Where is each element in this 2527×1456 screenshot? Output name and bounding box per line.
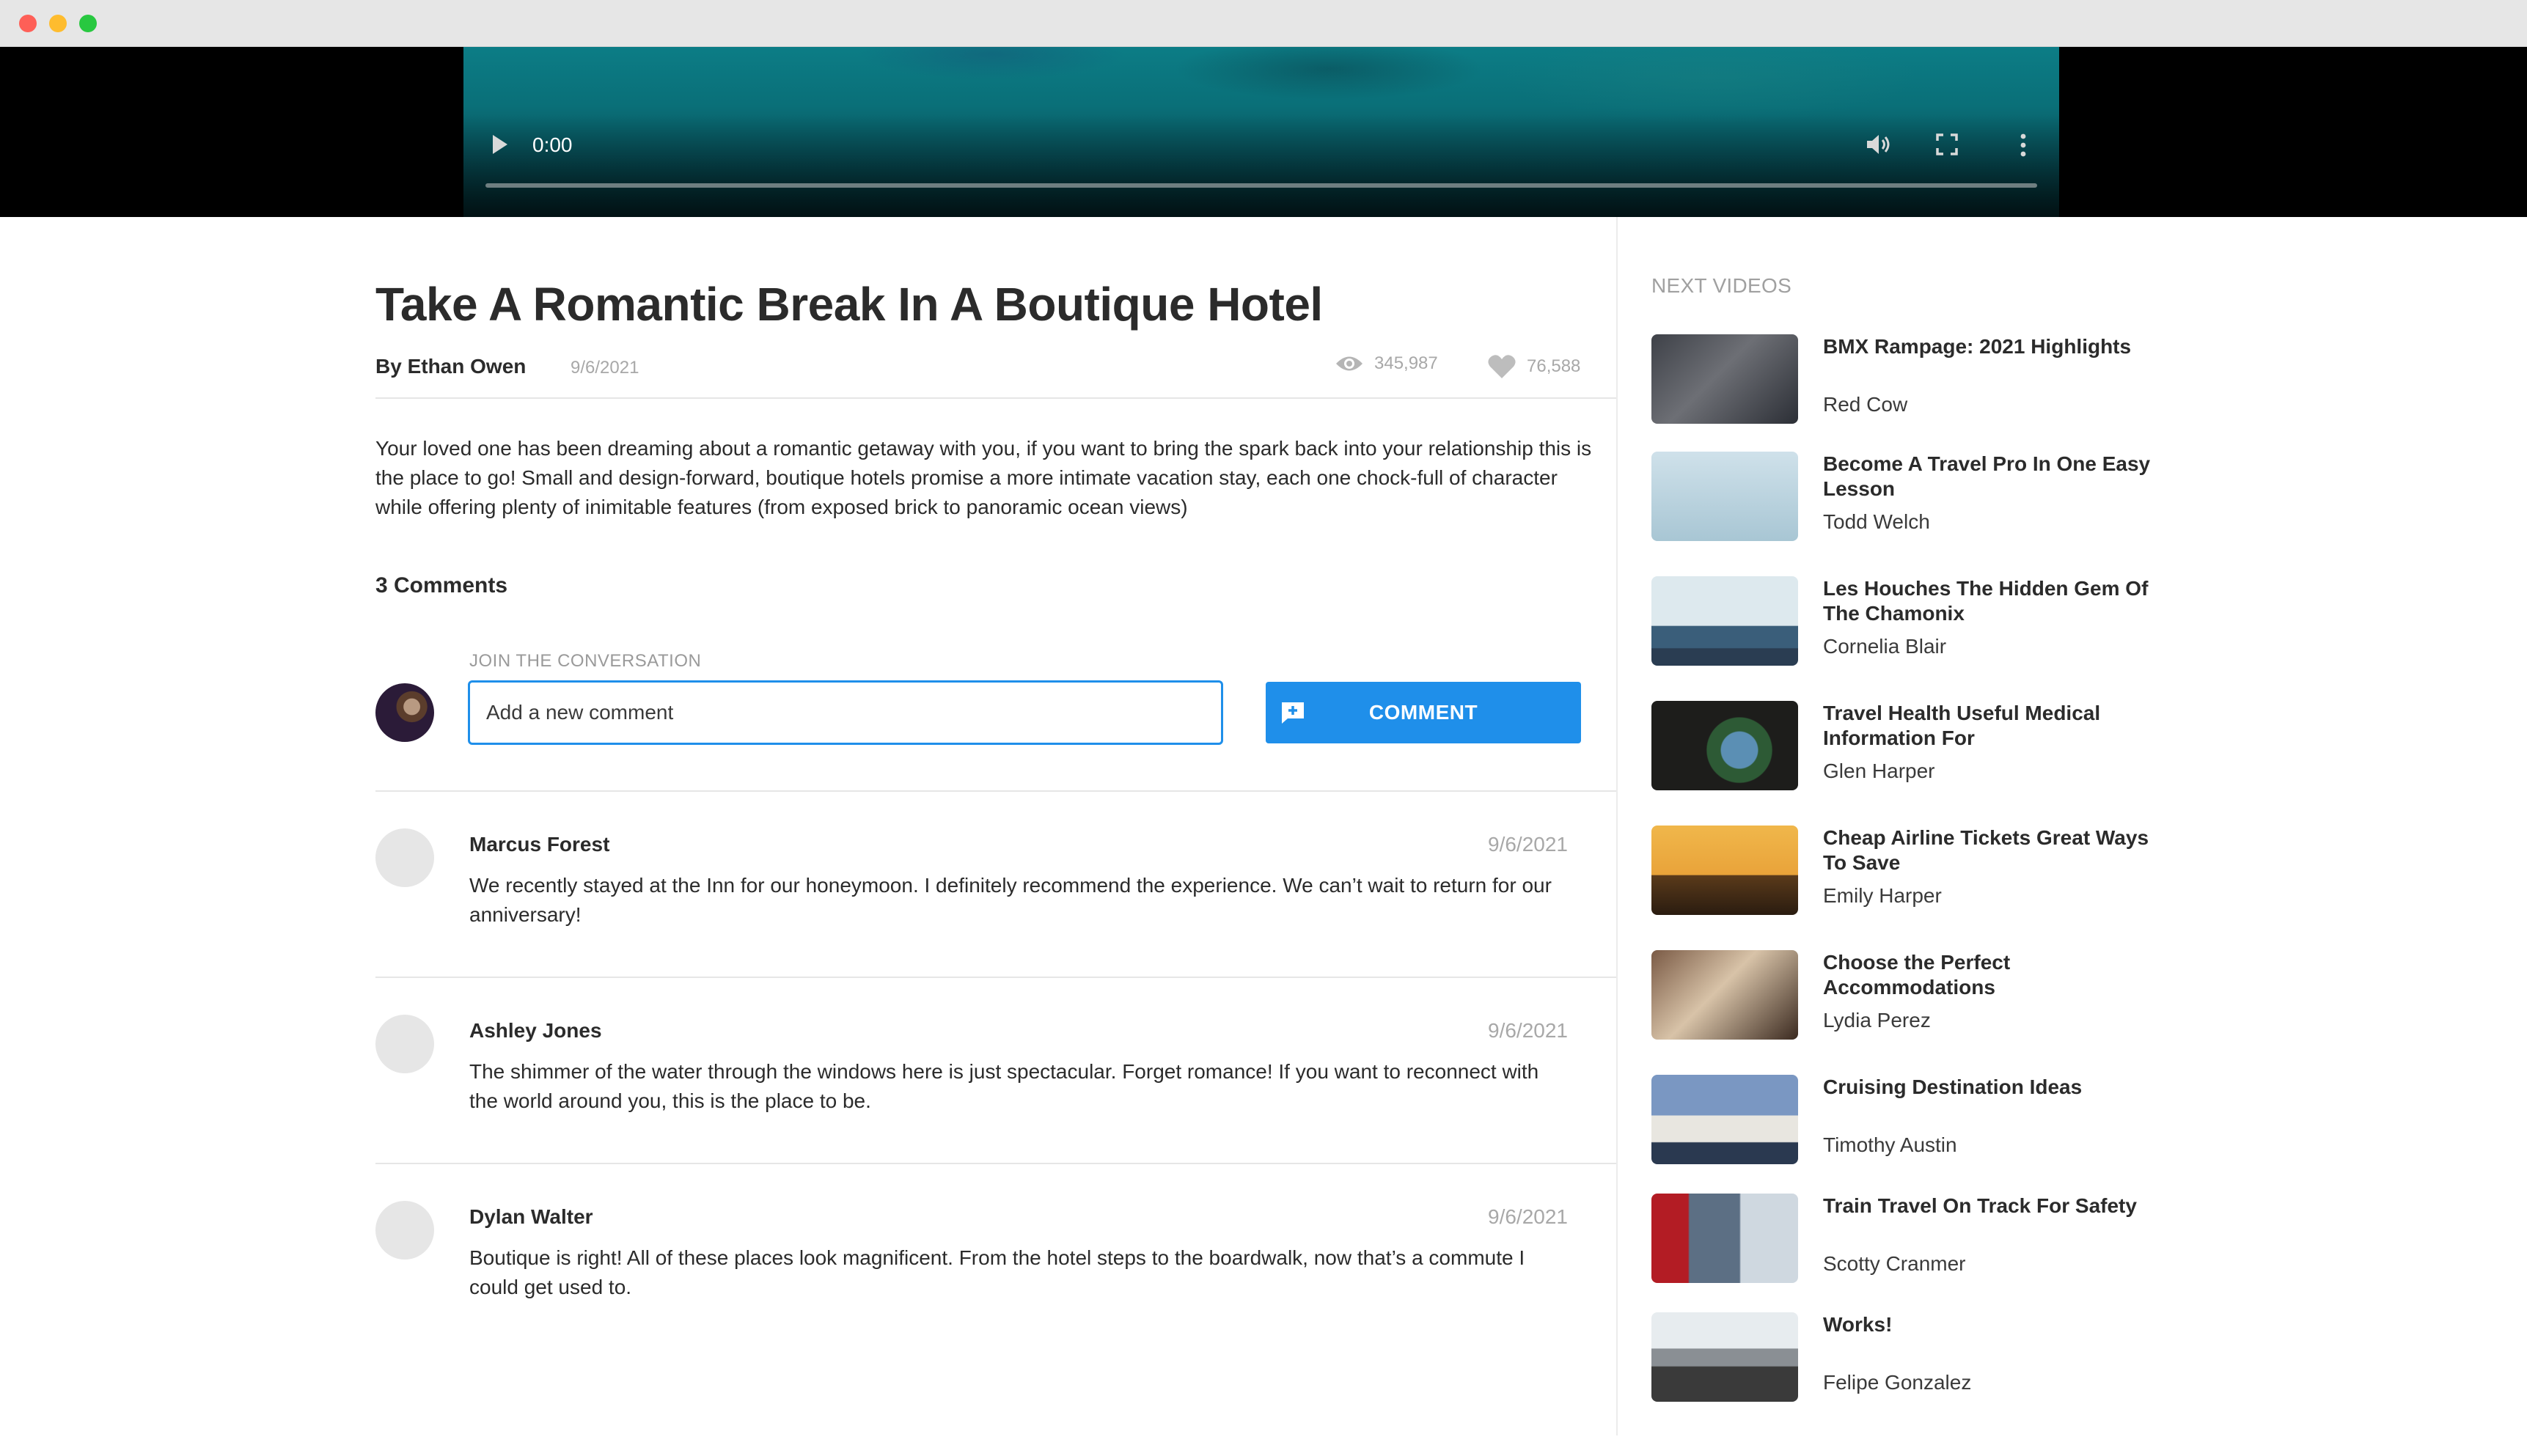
next-video-title[interactable]: Train Travel On Track For Safety (1823, 1194, 2160, 1218)
volume-icon[interactable] (1866, 132, 1892, 157)
video-player[interactable]: 0:00 (463, 47, 2059, 217)
next-video-item[interactable]: BMX Rampage: 2021 Highlights Red Cow (1651, 334, 2165, 424)
current-user-avatar (375, 683, 434, 742)
close-window-button[interactable] (19, 15, 37, 32)
commenter-avatar (375, 1201, 434, 1260)
comment-item: Dylan Walter 9/6/2021 Boutique is right!… (375, 1164, 1616, 1340)
video-player-area: 0:00 (0, 47, 2527, 217)
next-video-title[interactable]: Works! (1823, 1312, 2160, 1337)
next-video-title[interactable]: Choose the Perfect Accommodations (1823, 950, 2160, 1000)
video-progress-bar[interactable] (485, 183, 2037, 188)
window-titlebar (0, 0, 2527, 47)
eye-icon (1336, 356, 1362, 371)
next-video-author: Todd Welch (1823, 510, 1930, 533)
video-current-time: 0:00 (532, 133, 573, 156)
fullscreen-icon[interactable] (1936, 133, 1958, 155)
next-video-author: Glen Harper (1823, 760, 1935, 782)
next-video-item[interactable]: Train Travel On Track For Safety Scotty … (1651, 1194, 2165, 1283)
play-icon[interactable] (493, 135, 507, 154)
comments-count: 3 Comments (375, 573, 508, 598)
next-video-author: Red Cow (1823, 393, 1908, 416)
views-count: 345,987 (1335, 353, 1438, 374)
comment-date: 9/6/2021 (1488, 1205, 1568, 1228)
next-video-author: Felipe Gonzalez (1823, 1371, 1972, 1394)
commenter-name[interactable]: Marcus Forest (469, 833, 609, 856)
next-video-author: Timothy Austin (1823, 1133, 1957, 1156)
next-videos-heading: NEXT VIDEOS (1651, 274, 1792, 297)
next-video-title[interactable]: Les Houches The Hidden Gem Of The Chamon… (1823, 576, 2160, 626)
next-video-title[interactable]: BMX Rampage: 2021 Highlights (1823, 334, 2160, 359)
comment-text: Boutique is right! All of these places l… (469, 1246, 1525, 1298)
commenter-avatar (375, 1015, 434, 1073)
next-video-title[interactable]: Travel Health Useful Medical Information… (1823, 701, 2160, 751)
video-thumbnail[interactable] (1651, 576, 1798, 666)
video-author[interactable]: By Ethan Owen (375, 355, 526, 378)
comment-input[interactable] (468, 680, 1223, 745)
video-description: Your loved one has been dreaming about a… (375, 437, 1592, 518)
video-title: Take A Romantic Break In A Boutique Hote… (375, 278, 1323, 331)
video-frame-image (463, 47, 2059, 217)
next-video-title[interactable]: Cheap Airline Tickets Great Ways To Save (1823, 826, 2160, 875)
comment-date: 9/6/2021 (1488, 833, 1568, 856)
video-thumbnail[interactable] (1651, 826, 1798, 915)
next-video-item[interactable]: Works! Felipe Gonzalez (1651, 1312, 2165, 1402)
next-video-item[interactable]: Choose the Perfect Accommodations Lydia … (1651, 950, 2165, 1040)
next-video-item[interactable]: Cheap Airline Tickets Great Ways To Save… (1651, 826, 2165, 915)
video-thumbnail[interactable] (1651, 1312, 1798, 1402)
sidebar-divider (1616, 217, 1618, 1435)
comment-item: Ashley Jones 9/6/2021 The shimmer of the… (375, 978, 1616, 1164)
video-thumbnail[interactable] (1651, 452, 1798, 541)
next-video-author: Emily Harper (1823, 884, 1942, 907)
video-thumbnail[interactable] (1651, 1194, 1798, 1283)
publish-date: 9/6/2021 (571, 358, 639, 378)
next-video-item[interactable]: Cruising Destination Ideas Timothy Austi… (1651, 1075, 2165, 1164)
more-options-icon[interactable] (2020, 133, 2027, 157)
comment-text: The shimmer of the water through the win… (469, 1060, 1539, 1112)
comment-text: We recently stayed at the Inn for our ho… (469, 874, 1552, 926)
commenter-avatar (375, 828, 434, 887)
next-video-item[interactable]: Become A Travel Pro In One Easy Lesson T… (1651, 452, 2165, 541)
comment-button[interactable]: COMMENT (1266, 682, 1581, 743)
video-thumbnail[interactable] (1651, 1075, 1798, 1164)
video-thumbnail[interactable] (1651, 950, 1798, 1040)
likes-count[interactable]: 76,588 (1487, 353, 1580, 380)
minimize-window-button[interactable] (49, 15, 67, 32)
commenter-name[interactable]: Ashley Jones (469, 1019, 602, 1043)
comment-item: Marcus Forest 9/6/2021 We recently staye… (375, 792, 1616, 978)
next-video-title[interactable]: Become A Travel Pro In One Easy Lesson (1823, 452, 2160, 501)
next-video-item[interactable]: Les Houches The Hidden Gem Of The Chamon… (1651, 576, 2165, 666)
video-thumbnail[interactable] (1651, 334, 1798, 424)
next-video-title[interactable]: Cruising Destination Ideas (1823, 1075, 2160, 1100)
next-video-author: Lydia Perez (1823, 1009, 1931, 1032)
comment-button-label: COMMENT (1368, 701, 1478, 724)
commenter-name[interactable]: Dylan Walter (469, 1205, 593, 1229)
video-thumbnail[interactable] (1651, 701, 1798, 790)
next-video-author: Scotty Cranmer (1823, 1252, 1966, 1275)
next-video-author: Cornelia Blair (1823, 635, 1947, 658)
comment-date: 9/6/2021 (1488, 1019, 1568, 1042)
views-value: 345,987 (1374, 353, 1438, 373)
header-divider (375, 397, 1616, 399)
heart-icon[interactable] (1487, 353, 1516, 380)
next-video-item[interactable]: Travel Health Useful Medical Information… (1651, 701, 2165, 790)
join-conversation-label: JOIN THE CONVERSATION (469, 651, 702, 671)
likes-value: 76,588 (1527, 356, 1581, 376)
zoom-window-button[interactable] (79, 15, 97, 32)
